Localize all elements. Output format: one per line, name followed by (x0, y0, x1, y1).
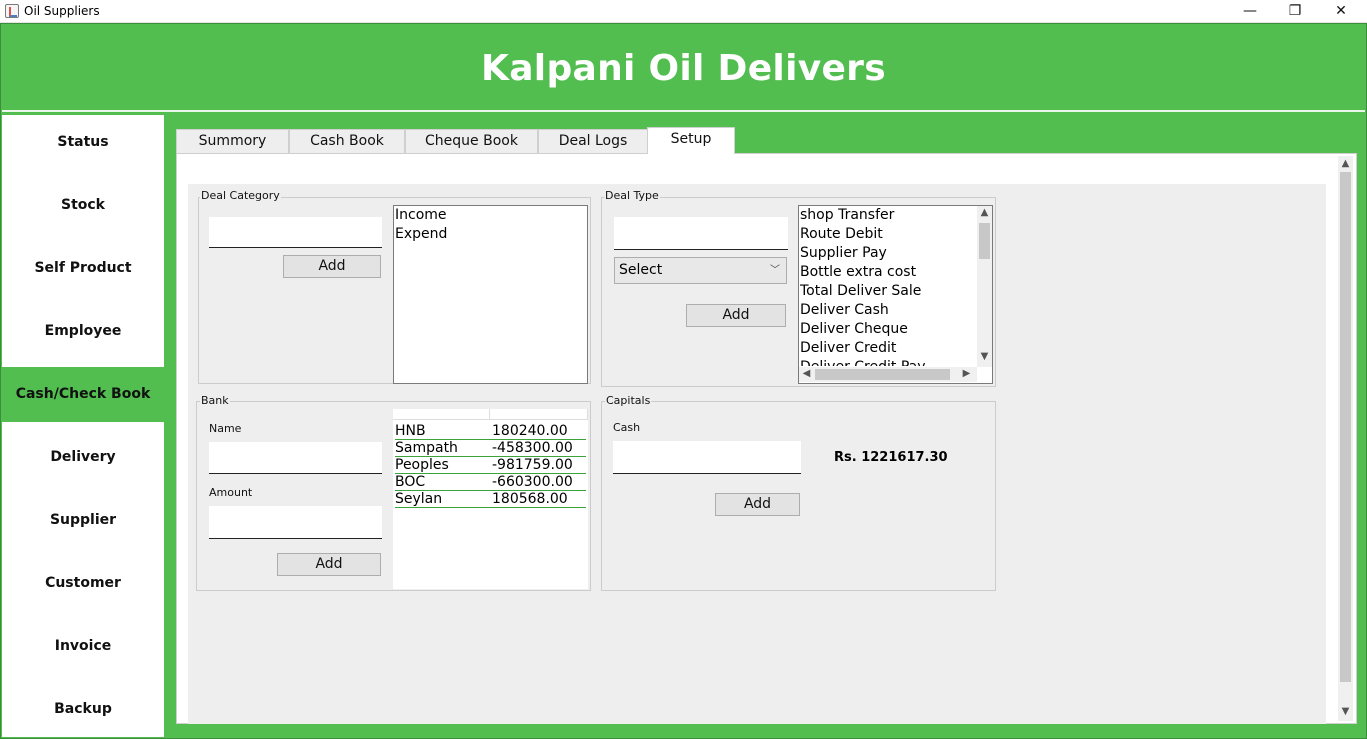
tab-summory[interactable]: Summory (176, 129, 289, 153)
sidebar-item-status[interactable]: Status (2, 115, 164, 170)
bank-name-cell: Sampath (395, 440, 458, 456)
list-item[interactable]: Route Debit (799, 225, 977, 244)
capitals-add-button[interactable]: Add (715, 493, 800, 516)
deal-type-list[interactable]: shop Transfer Route Debit Supplier Pay B… (798, 205, 993, 384)
deal-type-list-hscroll[interactable]: ◀ ▶ (799, 367, 977, 382)
bank-amount-cell: -458300.00 (492, 440, 573, 456)
sidebar: Status Stock Self Product Employee Cash/… (2, 115, 164, 737)
sidebar-item-supplier[interactable]: Supplier (2, 493, 164, 548)
table-row[interactable]: Sampath -458300.00 (395, 440, 586, 457)
deal-type-input[interactable] (614, 217, 788, 250)
bank-name-cell: Peoples (395, 457, 449, 473)
list-item[interactable]: Deliver Credit Pay (799, 358, 977, 366)
bank-name-cell: Seylan (395, 491, 443, 507)
bank-name-cell: HNB (395, 423, 426, 439)
scroll-up-icon[interactable]: ▲ (1338, 158, 1353, 169)
setup-panel: Deal Category Add Income Expend Deal Typ… (188, 184, 1326, 724)
deal-type-list-viewport: shop Transfer Route Debit Supplier Pay B… (799, 206, 977, 366)
app-title: Kalpani Oil Delivers (481, 48, 886, 89)
scroll-down-icon[interactable]: ▼ (977, 351, 992, 362)
table-row[interactable]: HNB 180240.00 (395, 423, 586, 440)
scroll-up-icon[interactable]: ▲ (977, 207, 992, 218)
bank-amount-input[interactable] (209, 506, 382, 539)
bank-name-cell: BOC (395, 474, 426, 490)
capitals-cash-label: Cash (613, 421, 641, 434)
scroll-down-icon[interactable]: ▼ (1338, 706, 1353, 717)
table-header-cell (490, 409, 588, 420)
chevron-down-icon: ﹀ (770, 265, 780, 276)
bank-title: Bank (200, 394, 230, 407)
setup-vertical-scrollbar[interactable]: ▲ ▼ (1338, 156, 1353, 721)
deal-category-input[interactable] (209, 217, 382, 248)
sidebar-item-delivery[interactable]: Delivery (2, 430, 164, 485)
bank-amount-cell: -981759.00 (492, 457, 573, 473)
deal-category-add-button[interactable]: Add (283, 255, 381, 278)
scroll-thumb[interactable] (1340, 172, 1351, 682)
sidebar-item-backup[interactable]: Backup (2, 682, 164, 737)
deal-type-add-button[interactable]: Add (686, 304, 786, 327)
table-header-cell (393, 409, 490, 420)
app-header: Kalpani Oil Delivers (2, 24, 1365, 112)
table-row[interactable]: BOC -660300.00 (395, 474, 586, 491)
tab-deal-logs[interactable]: Deal Logs (538, 129, 648, 153)
sidebar-item-employee[interactable]: Employee (2, 304, 164, 359)
close-button[interactable]: ✕ (1318, 0, 1364, 23)
scroll-thumb[interactable] (815, 369, 950, 380)
sidebar-item-cash-check-book[interactable]: Cash/Check Book (2, 367, 164, 422)
table-row[interactable]: Peoples -981759.00 (395, 457, 586, 474)
deal-type-select[interactable]: Select ﹀ (614, 257, 787, 284)
bank-name-label: Name (209, 422, 242, 435)
deal-category-list[interactable]: Income Expend (393, 205, 588, 384)
bank-amount-cell: 180240.00 (492, 423, 568, 439)
list-item[interactable]: Deliver Cheque (799, 320, 977, 339)
capitals-total-value: Rs. 1221617.30 (834, 450, 948, 465)
list-item[interactable]: Bottle extra cost (799, 263, 977, 282)
list-item[interactable]: Expend (394, 225, 587, 244)
sidebar-item-customer[interactable]: Customer (2, 556, 164, 611)
tab-cheque-book[interactable]: Cheque Book (405, 129, 538, 153)
bank-name-input[interactable] (209, 442, 382, 474)
scroll-thumb[interactable] (979, 223, 990, 259)
setup-tab-body: Deal Category Add Income Expend Deal Typ… (176, 153, 1357, 724)
bank-add-button[interactable]: Add (277, 553, 381, 576)
minimize-button[interactable]: — (1227, 0, 1273, 23)
deal-type-select-value: Select (619, 262, 663, 278)
content-panel: Summory Cash Book Cheque Book Deal Logs … (176, 127, 1357, 724)
bank-table[interactable]: HNB 180240.00 Sampath -458300.00 Peoples… (393, 409, 588, 589)
list-item[interactable]: Deliver Credit (799, 339, 977, 358)
list-item[interactable]: Supplier Pay (799, 244, 977, 263)
bank-amount-label: Amount (209, 486, 253, 499)
bank-amount-cell: 180568.00 (492, 491, 568, 507)
bank-amount-cell: -660300.00 (492, 474, 573, 490)
window-title: Oil Suppliers (24, 4, 100, 18)
scroll-right-icon[interactable]: ▶ (959, 368, 974, 379)
maximize-button[interactable]: ❐ (1272, 0, 1318, 23)
java-app-icon (5, 4, 19, 18)
list-item[interactable]: Deliver Cash (799, 301, 977, 320)
title-bar: Oil Suppliers — ❐ ✕ (0, 0, 1367, 23)
table-header (393, 409, 588, 420)
list-item[interactable]: Total Deliver Sale (799, 282, 977, 301)
tab-setup[interactable]: Setup (647, 127, 735, 154)
deal-category-title: Deal Category (200, 189, 281, 202)
list-item[interactable]: Income (394, 206, 587, 225)
tab-cash-book[interactable]: Cash Book (289, 129, 405, 153)
capitals-cash-input[interactable] (613, 441, 801, 474)
list-item[interactable]: shop Transfer (799, 206, 977, 225)
deal-type-list-vscroll[interactable]: ▲ ▼ (977, 206, 992, 367)
table-row[interactable]: Seylan 180568.00 (395, 491, 586, 508)
deal-type-title: Deal Type (604, 189, 660, 202)
scroll-left-icon[interactable]: ◀ (799, 368, 814, 379)
sidebar-item-self-product[interactable]: Self Product (2, 241, 164, 296)
capitals-title: Capitals (605, 394, 652, 407)
sidebar-item-invoice[interactable]: Invoice (2, 619, 164, 674)
sidebar-item-stock[interactable]: Stock (2, 178, 164, 233)
